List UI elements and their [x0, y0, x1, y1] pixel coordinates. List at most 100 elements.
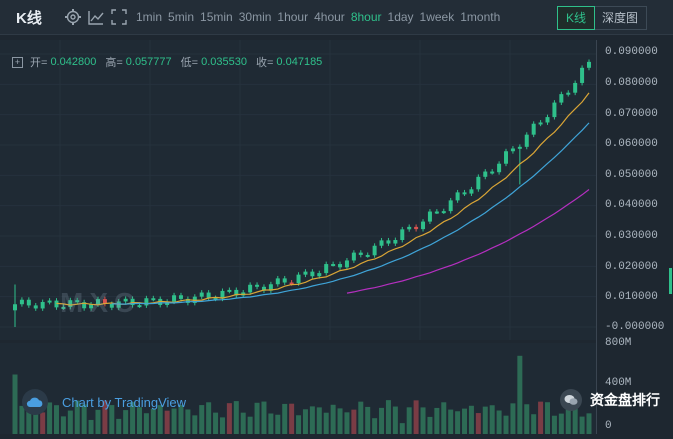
interval-option[interactable]: 1hour — [277, 10, 308, 24]
moving-average-line — [56, 92, 590, 306]
low-value: 0.035530 — [201, 56, 247, 68]
volume-bar — [330, 404, 336, 434]
volume-bar — [503, 415, 509, 434]
volume-bar — [545, 402, 551, 434]
wechat-icon — [560, 389, 582, 411]
candle-body — [282, 278, 287, 283]
candle-body — [40, 301, 45, 309]
settings-gear-icon[interactable] — [64, 8, 82, 26]
volume-bar — [40, 412, 46, 434]
candle-body — [338, 264, 343, 268]
candle-body — [545, 117, 550, 123]
indicator-chart-icon[interactable] — [87, 8, 105, 26]
candle-body — [393, 240, 398, 244]
price-tick: -0.000000 — [605, 321, 665, 333]
interval-option[interactable]: 8hour — [351, 10, 382, 24]
candle-body — [462, 192, 467, 195]
volume-bar — [213, 412, 219, 434]
interval-selector: 1min 5min 15min 30min 1hour 4hour 8hour 1day 1we… — [136, 8, 506, 26]
candle-body — [483, 171, 488, 177]
volume-bar — [302, 409, 308, 434]
axis-scroll-handle[interactable] — [669, 268, 672, 294]
candle-body — [587, 61, 591, 68]
volume-bar — [199, 405, 205, 434]
candle-body — [434, 211, 439, 214]
volume-bar — [60, 416, 66, 434]
candle-body — [358, 252, 363, 255]
exchange-watermark: MXC — [60, 287, 141, 318]
interval-option[interactable]: 1day — [388, 10, 414, 24]
candle-body — [178, 295, 183, 299]
candle-body — [400, 229, 405, 241]
candle-body — [538, 122, 543, 125]
candle-body — [455, 192, 460, 201]
candle-body — [427, 211, 432, 222]
interval-option[interactable]: 30min — [239, 10, 272, 24]
candle-body — [490, 171, 495, 174]
fullscreen-icon[interactable] — [110, 8, 128, 26]
candle-body — [524, 134, 529, 147]
interval-option[interactable]: 4hour — [314, 10, 345, 24]
volume-bar — [462, 408, 468, 434]
price-tick: 0.040000 — [605, 199, 658, 211]
candle-body — [310, 271, 315, 277]
candle-body — [559, 94, 564, 103]
volume-bar — [226, 403, 232, 434]
candle-body — [504, 151, 509, 164]
volume-bar — [413, 400, 419, 434]
volume-bar — [185, 409, 191, 434]
candle-body — [386, 240, 391, 244]
volume-bar — [233, 401, 239, 434]
price-tick: 0.080000 — [605, 77, 658, 89]
volume-bar — [282, 403, 288, 434]
price-tick: 0.020000 — [605, 261, 658, 273]
candle-body — [19, 299, 24, 305]
open-label: 开= — [30, 57, 48, 69]
volume-bar — [206, 402, 212, 434]
expand-legend-icon[interactable]: + — [12, 56, 23, 68]
volume-bar — [489, 405, 495, 434]
candle-body — [448, 200, 453, 212]
interval-option[interactable]: 1week — [420, 10, 455, 24]
volume-bar — [399, 423, 405, 434]
candle-body — [227, 289, 232, 292]
volume-bar — [12, 374, 18, 434]
candle-body — [566, 92, 571, 95]
price-tick: 0.010000 — [605, 291, 658, 303]
candle-body — [144, 298, 149, 306]
price-tick: 0.060000 — [605, 138, 658, 150]
volume-bar — [275, 414, 281, 434]
tradingview-brand[interactable]: Chart by TradingView — [22, 389, 186, 415]
volume-bar — [420, 407, 426, 434]
volume-bar — [586, 413, 592, 434]
volume-bar — [448, 409, 454, 434]
candle-body — [172, 295, 177, 302]
volume-bar — [441, 402, 447, 434]
price-tick: 0.070000 — [605, 108, 658, 120]
volume-bar — [323, 412, 329, 434]
price-axis[interactable]: 0.090000 0.080000 0.070000 0.060000 0.05… — [596, 40, 673, 434]
chart-toolbar: K线 1min 5min 15min 30min 1hour 4hour 8hour 1day… — [0, 0, 673, 35]
ohlc-legend: + 开= 0.042800 高= 0.057777 低= 0.035530 收=… — [12, 54, 328, 70]
candle-body — [206, 292, 211, 299]
close-label: 收= — [255, 57, 274, 69]
view-switch: K线 深度图 — [556, 6, 647, 30]
interval-option[interactable]: 1min — [136, 10, 162, 24]
candle-body — [414, 226, 419, 230]
interval-option[interactable]: 5min — [168, 10, 194, 24]
volume-bar — [517, 355, 523, 434]
volume-bar — [268, 413, 274, 434]
volume-bar — [351, 409, 357, 434]
candle-body — [47, 300, 52, 303]
candle-body — [303, 271, 308, 275]
interval-option[interactable]: 15min — [200, 10, 233, 24]
tab-depth-chart[interactable]: 深度图 — [594, 7, 646, 29]
interval-option[interactable]: 1month — [460, 10, 500, 24]
open-value: 0.042800 — [50, 56, 97, 68]
candle-body — [317, 273, 322, 277]
moving-average-line — [111, 122, 590, 305]
volume-bar — [510, 403, 516, 434]
volume-bar — [247, 416, 253, 434]
tab-kline[interactable]: K线 — [556, 6, 595, 30]
candle-body — [372, 245, 377, 256]
